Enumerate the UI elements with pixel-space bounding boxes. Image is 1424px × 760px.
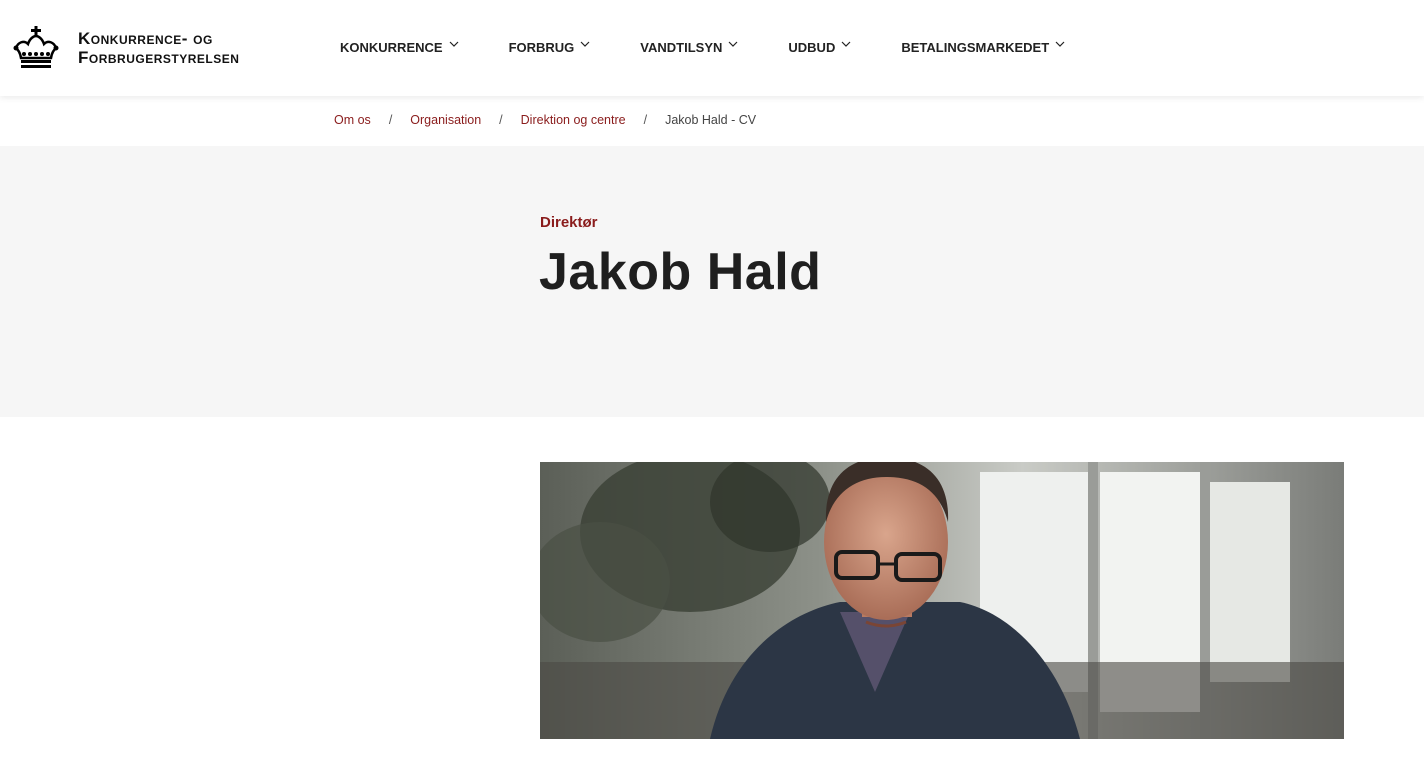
nav-item-vandtilsyn[interactable]: Vandtilsyn <box>640 38 738 56</box>
nav-item-label: Vandtilsyn <box>640 39 723 55</box>
hero-section: Direktør Jakob Hald <box>0 146 1424 417</box>
nav-item-label: Udbud <box>788 39 836 55</box>
crown-icon <box>13 26 59 68</box>
logo-text: Konkurrence- og Forbrugerstyrelsen <box>78 29 239 67</box>
nav-item-konkurrence[interactable]: Konkurrence <box>340 38 459 56</box>
chevron-down-icon <box>449 41 458 47</box>
nav-item-betalingsmarkedet[interactable]: Betalingsmarkedet <box>901 38 1065 56</box>
site-logo-link[interactable]: Konkurrence- og Forbrugerstyrelsen <box>12 24 239 72</box>
role-label: Direktør <box>540 214 598 231</box>
logo-line-2: Forbrugerstyrelsen <box>78 48 240 67</box>
logo-line-1: Konkurrence- og <box>78 29 213 48</box>
page-title: Jakob Hald <box>539 243 822 301</box>
chevron-down-icon <box>728 41 738 47</box>
nav-item-udbud[interactable]: Udbud <box>788 38 851 56</box>
chevron-down-icon <box>1055 41 1065 47</box>
nav-item-label: Betalingsmarkedet <box>901 39 1050 55</box>
portrait-photo <box>540 462 1344 739</box>
breadcrumb-link-direktion[interactable]: Direktion og centre <box>521 113 626 127</box>
breadcrumb-link-om-os[interactable]: Om os <box>334 113 371 127</box>
breadcrumb-current: Jakob Hald - CV <box>665 113 757 127</box>
breadcrumb: Om os / Organisation / Direktion og cent… <box>334 113 756 127</box>
nav-item-label: Konkurrence <box>340 39 443 55</box>
chevron-down-icon <box>841 41 851 47</box>
nav-item-label: Forbrug <box>508 39 575 55</box>
main-nav: Konkurrence Forbrug Vandtilsyn Udbud Bet… <box>340 38 1065 56</box>
site-header: Konkurrence- og Forbrugerstyrelsen Konku… <box>0 0 1424 96</box>
chevron-down-icon <box>580 41 590 47</box>
nav-item-forbrug[interactable]: Forbrug <box>509 38 591 56</box>
breadcrumb-separator: / <box>643 113 648 127</box>
breadcrumb-separator: / <box>499 113 503 127</box>
breadcrumb-link-organisation[interactable]: Organisation <box>410 113 481 127</box>
breadcrumb-separator: / <box>388 113 393 127</box>
